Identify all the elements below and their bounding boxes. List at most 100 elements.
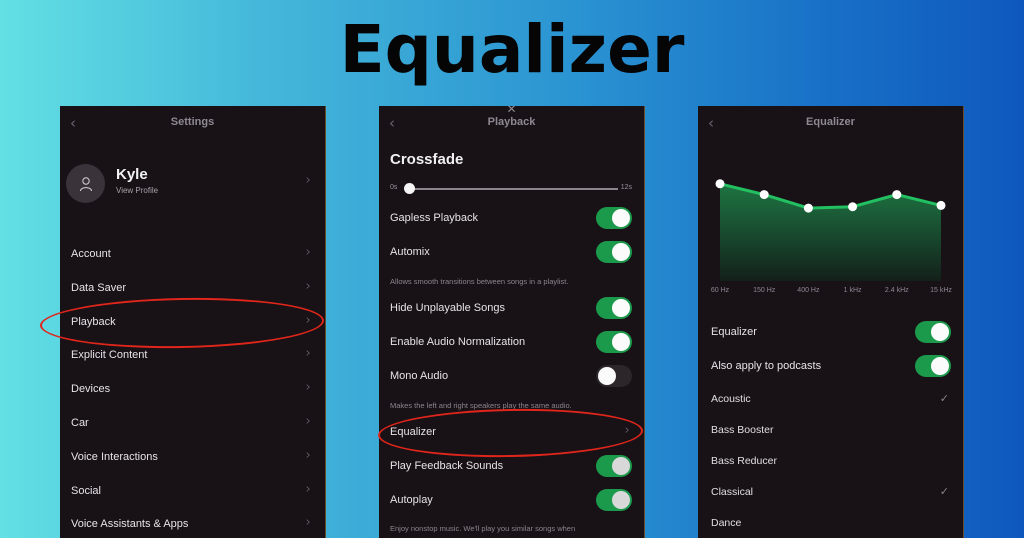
automix-toggle[interactable] xyxy=(596,241,632,263)
menu-item-voice-interactions[interactable]: Voice Interactions › xyxy=(60,440,325,474)
eq-band-handle[interactable] xyxy=(715,179,725,189)
chevron-right-icon: › xyxy=(305,245,311,260)
podcasts-toggle[interactable] xyxy=(915,355,951,377)
slider-track[interactable] xyxy=(410,188,618,190)
view-profile-link[interactable]: View Profile xyxy=(116,186,158,195)
menu-item-label: Social xyxy=(71,484,101,497)
slider-min-label: 0s xyxy=(390,184,398,191)
equalizer-screen: ‹ Equalizer 60 Hz 150 Hz 400 Hz 1 kHz 2.4 kH… xyxy=(698,106,964,538)
setting-label: Enable Audio Normalization xyxy=(390,336,526,348)
menu-item-social[interactable]: Social › xyxy=(60,474,325,508)
gapless-toggle[interactable] xyxy=(596,207,632,229)
menu-item-devices[interactable]: Devices › xyxy=(60,372,325,406)
equalizer-toggle-row: Equalizer xyxy=(698,319,963,347)
podcasts-toggle-row: Also apply to podcasts xyxy=(698,353,963,381)
setting-audio-normalization: Enable Audio Normalization xyxy=(379,329,644,357)
menu-item-label: Account xyxy=(71,248,111,260)
chevron-right-icon: › xyxy=(305,346,311,362)
chevron-right-icon: › xyxy=(305,515,311,531)
playback-topbar: ✕ ‹ Playback xyxy=(379,106,644,138)
page-title: Equalizer xyxy=(339,11,685,88)
menu-item-explicit-content[interactable]: Explicit Content › xyxy=(60,338,325,372)
preset-label: Bass Booster xyxy=(711,424,774,436)
chevron-right-icon: › xyxy=(305,413,311,429)
eq-band-handle[interactable] xyxy=(936,200,946,210)
setting-label: Gapless Playback xyxy=(390,212,479,224)
setting-label: Equalizer xyxy=(390,426,436,438)
setting-autoplay: Autoplay xyxy=(379,487,644,515)
autoplay-toggle[interactable] xyxy=(596,489,632,511)
preset-label: Classical xyxy=(711,486,754,498)
slider-thumb[interactable] xyxy=(404,183,415,194)
hide-unplayable-toggle[interactable] xyxy=(596,297,632,319)
automix-description: Allows smooth transitions between songs … xyxy=(379,277,644,289)
settings-menu: Account › Data Saver › Playback › Explicit … xyxy=(60,237,325,538)
chevron-right-icon: › xyxy=(305,447,311,463)
eq-band-label: 60 Hz xyxy=(711,287,730,294)
preset-bass-reducer[interactable]: Bass Reducer xyxy=(698,449,963,475)
close-icon[interactable]: ✕ xyxy=(379,106,644,116)
autoplay-description: Enjoy nonstop music. We'll play you simi… xyxy=(379,524,644,536)
setting-label: Autoplay xyxy=(390,494,433,506)
mono-audio-toggle[interactable] xyxy=(596,365,632,387)
eq-band-handle[interactable] xyxy=(803,203,813,213)
menu-item-label: Car xyxy=(71,416,89,429)
preset-classical[interactable]: Classical ✓ xyxy=(698,480,963,506)
setting-label: Mono Audio xyxy=(390,370,449,382)
crossfade-slider[interactable]: 0s 12s xyxy=(390,183,632,195)
settings-title: Settings xyxy=(170,116,215,128)
eq-band-handle[interactable] xyxy=(759,190,769,200)
preset-label: Bass Reducer xyxy=(711,455,777,467)
check-icon: ✓ xyxy=(939,392,949,405)
menu-item-voice-assistants[interactable]: Voice Assistants & Apps › xyxy=(60,507,325,538)
menu-item-label: Playback xyxy=(71,315,116,328)
profile-row[interactable]: Kyle View Profile › xyxy=(60,164,325,234)
menu-item-label: Devices xyxy=(71,383,111,396)
setting-description: Makes the left and right speakers play t… xyxy=(390,401,572,410)
chevron-right-icon: › xyxy=(305,481,311,497)
check-icon: ✓ xyxy=(939,485,949,498)
preset-dance[interactable]: Dance xyxy=(698,511,963,537)
menu-item-label: Voice Assistants & Apps xyxy=(71,518,189,531)
chevron-right-icon: › xyxy=(305,278,311,294)
setting-feedback-sounds: Play Feedback Sounds xyxy=(379,453,644,481)
menu-item-label: Voice Interactions xyxy=(71,450,158,463)
setting-mono-audio: Mono Audio xyxy=(379,363,644,391)
chevron-right-icon: › xyxy=(305,173,311,188)
eq-band-label: 1 kHz xyxy=(844,287,862,294)
setting-description: Allows smooth transitions between songs … xyxy=(390,277,569,286)
avatar xyxy=(66,164,105,203)
eq-band-label: 400 Hz xyxy=(797,287,820,294)
chevron-right-icon: › xyxy=(305,380,311,396)
menu-item-data-saver[interactable]: Data Saver › xyxy=(60,271,325,305)
equalizer-title: Equalizer xyxy=(806,116,855,128)
chevron-right-icon: › xyxy=(305,312,311,328)
feedback-sounds-toggle[interactable] xyxy=(596,455,632,477)
setting-equalizer-link[interactable]: Equalizer › xyxy=(379,419,644,447)
eq-band-label: 150 Hz xyxy=(753,287,776,294)
equalizer-chart[interactable]: 60 Hz 150 Hz 400 Hz 1 kHz 2.4 kHz 15 kHz xyxy=(698,146,964,306)
playback-title: Playback xyxy=(487,116,536,128)
settings-screen: ‹ Settings Kyle View Profile › Account › … xyxy=(60,106,326,538)
preset-acoustic[interactable]: Acoustic ✓ xyxy=(698,387,963,413)
setting-gapless-playback: Gapless Playback xyxy=(379,205,644,233)
normalization-toggle[interactable] xyxy=(596,331,632,353)
setting-label: Automix xyxy=(390,246,430,258)
setting-label: Also apply to podcasts xyxy=(711,360,822,372)
mono-description: Makes the left and right speakers play t… xyxy=(379,401,644,413)
equalizer-toggle[interactable] xyxy=(915,321,951,343)
chevron-right-icon: › xyxy=(624,423,630,438)
menu-item-car[interactable]: Car › xyxy=(60,406,325,440)
eq-band-label: 2.4 kHz xyxy=(885,287,909,294)
preset-label: Acoustic xyxy=(711,393,751,405)
eq-band-handle[interactable] xyxy=(892,190,902,200)
equalizer-topbar: ‹ Equalizer xyxy=(698,106,963,138)
setting-automix: Automix xyxy=(379,239,644,267)
setting-label: Play Feedback Sounds xyxy=(390,460,504,472)
menu-item-playback[interactable]: Playback › xyxy=(60,305,325,339)
settings-topbar: ‹ Settings xyxy=(60,106,325,138)
preset-bass-booster[interactable]: Bass Booster xyxy=(698,418,963,444)
setting-label: Equalizer xyxy=(711,326,757,338)
menu-item-account[interactable]: Account › xyxy=(60,237,325,271)
eq-band-handle[interactable] xyxy=(848,202,858,212)
